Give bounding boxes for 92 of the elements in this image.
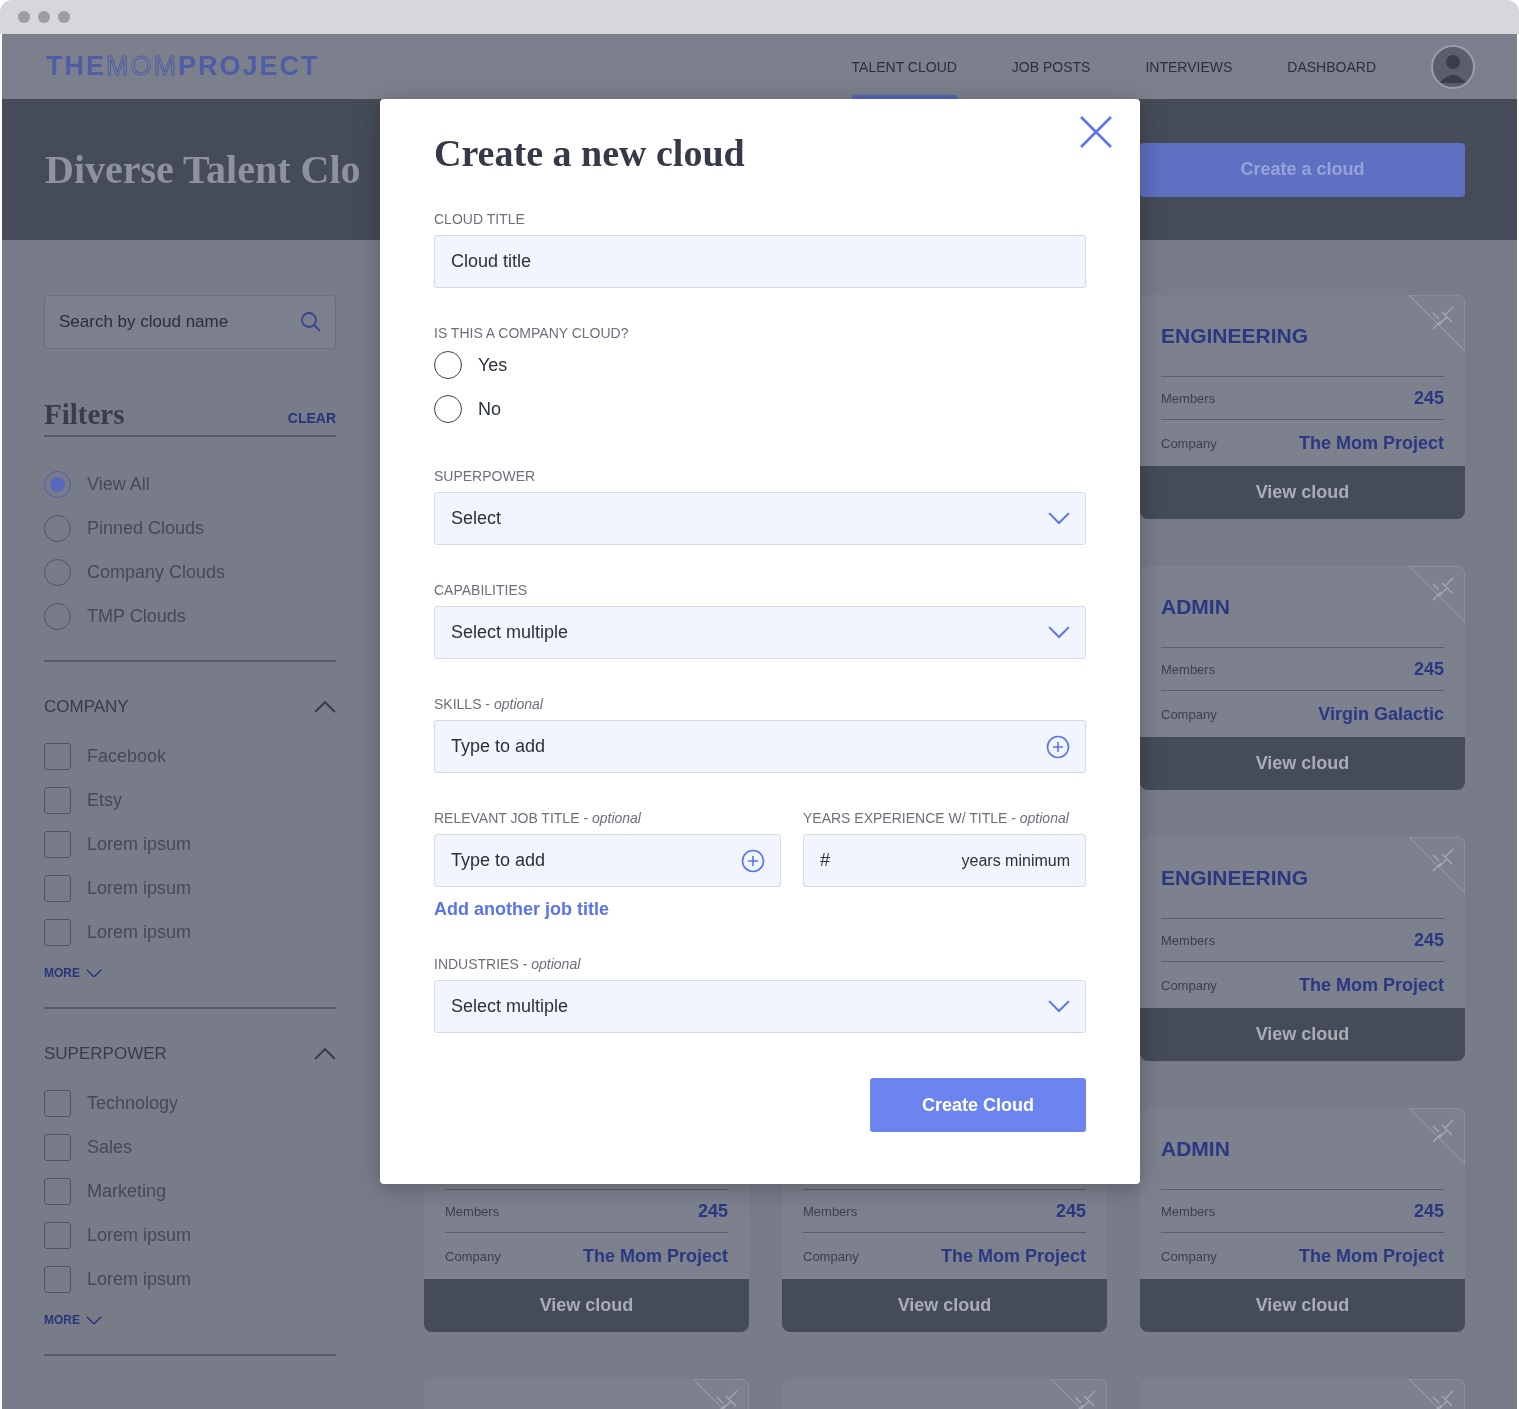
checkbox[interactable]	[44, 874, 71, 902]
company-name: Virgin Galactic	[1318, 703, 1444, 725]
add-field[interactable]: Type to add	[434, 720, 1086, 773]
company-label: Company	[1161, 435, 1217, 451]
checkbox[interactable]	[44, 1089, 71, 1117]
company-name: The Mom Project	[1298, 974, 1444, 996]
nav-tab[interactable]: DASHBOARD	[1287, 34, 1376, 99]
more-link[interactable]: MORE	[44, 1310, 102, 1330]
plus-circle-icon[interactable]	[741, 848, 765, 873]
chevron-down-icon	[86, 968, 102, 978]
nav-tab[interactable]: INTERVIEWS	[1145, 34, 1233, 99]
close-icon[interactable]	[1078, 114, 1114, 150]
collapse-caret-icon	[314, 1047, 336, 1061]
filters-title: Filters	[44, 397, 125, 431]
checkbox[interactable]	[44, 1265, 71, 1293]
unit-label: years minimum	[961, 851, 1070, 870]
company-label: Company	[803, 1248, 859, 1264]
create-cloud-button[interactable]: Create a cloud	[1140, 142, 1465, 197]
members-count: 245	[1055, 1200, 1086, 1222]
chevron-down-icon	[86, 1315, 102, 1325]
avatar[interactable]	[1431, 44, 1475, 89]
add-job-title-link[interactable]: Add another job title	[434, 899, 609, 919]
more-link[interactable]: MORE	[44, 963, 102, 983]
company-label: Company	[1161, 706, 1217, 722]
card-title: ENGINEERING	[1161, 865, 1309, 890]
field-label: CLOUD TITLE	[434, 211, 526, 227]
nav-tab[interactable]: JOB POSTS	[1011, 34, 1091, 99]
card-title: ADMIN	[1161, 1136, 1230, 1161]
view-cloud-button[interactable]: View cloud	[782, 1279, 1107, 1332]
dialog-title: Create a new cloud	[434, 132, 746, 174]
members-count: 245	[697, 1200, 728, 1222]
select-field[interactable]: Select multiple	[434, 980, 1086, 1033]
company-label: Company	[1161, 977, 1217, 993]
company-name: The Mom Project	[1298, 1245, 1444, 1267]
field-label: SKILLS - optional	[434, 696, 544, 712]
view-cloud-button[interactable]: View cloud	[1140, 466, 1465, 519]
view-cloud-button[interactable]: View cloud	[424, 1279, 749, 1332]
company-name: The Mom Project	[582, 1245, 728, 1267]
clear-link[interactable]: CLEAR	[287, 410, 336, 426]
page-title: Diverse Talent Clo	[45, 146, 361, 193]
members-count: 245	[1413, 929, 1444, 951]
field-label: YEARS EXPERIENCE W/ TITLE - optional	[803, 810, 1070, 826]
field-label: RELEVANT JOB TITLE - optional	[434, 810, 642, 826]
view-cloud-button[interactable]: View cloud	[1140, 737, 1465, 790]
select-field[interactable]: Select multiple	[434, 606, 1086, 659]
checkbox[interactable]	[44, 1133, 71, 1161]
plus-circle-icon[interactable]	[1046, 734, 1070, 759]
members-label: Members	[803, 1203, 858, 1219]
radio-label: Yes	[478, 354, 508, 376]
search-field[interactable]: Search by cloud name	[44, 295, 336, 349]
field-label: IS THIS A COMPANY CLOUD?	[434, 325, 630, 341]
collapse-caret-icon	[314, 700, 336, 714]
field-label: SUPERPOWER	[434, 468, 537, 484]
pin-icon[interactable]	[1409, 1108, 1465, 1164]
view-cloud-button[interactable]: View cloud	[1140, 1008, 1465, 1061]
checkbox[interactable]	[44, 742, 71, 770]
members-count: 245	[1413, 1200, 1444, 1222]
pin-icon[interactable]	[1409, 837, 1465, 893]
checkbox[interactable]	[44, 1177, 71, 1205]
chevron-down-icon	[1048, 512, 1070, 525]
view-cloud-button[interactable]: View cloud	[1140, 1279, 1465, 1332]
search-icon[interactable]	[300, 311, 322, 333]
members-label: Members	[445, 1203, 500, 1219]
company-label: Company	[445, 1248, 501, 1264]
members-label: Members	[1161, 390, 1216, 406]
members-count: 245	[1413, 387, 1444, 409]
members-label: Members	[1161, 1203, 1216, 1219]
card-title: ADMIN	[1161, 594, 1230, 619]
field-label: INDUSTRIES - optional	[434, 956, 582, 972]
pin-icon[interactable]	[1409, 295, 1465, 351]
checkbox[interactable]	[44, 1221, 71, 1249]
section-title: COMPANY	[44, 697, 129, 717]
card-title: ENGINEERING	[1161, 323, 1309, 348]
checkbox[interactable]	[44, 830, 71, 858]
chevron-down-icon	[1048, 626, 1070, 639]
chevron-down-icon	[1048, 1000, 1070, 1013]
members-label: Members	[1161, 932, 1216, 948]
checkbox[interactable]	[44, 786, 71, 814]
radio-label: No	[478, 398, 501, 420]
company-name: The Mom Project	[940, 1245, 1086, 1267]
add-field[interactable]: Type to add	[434, 834, 781, 887]
text-field[interactable]: Cloud title	[434, 235, 1086, 288]
members-count: 245	[1413, 658, 1444, 680]
checkbox[interactable]	[44, 918, 71, 946]
create-cloud-submit-button[interactable]: Create Cloud	[870, 1078, 1086, 1132]
pin-icon[interactable]	[1409, 566, 1465, 622]
select-field[interactable]: Select	[434, 492, 1086, 545]
field-label: CAPABILITIES	[434, 582, 529, 598]
company-label: Company	[1161, 1248, 1217, 1264]
section-title: SUPERPOWER	[44, 1044, 167, 1064]
members-label: Members	[1161, 661, 1216, 677]
company-name: The Mom Project	[1298, 432, 1444, 454]
